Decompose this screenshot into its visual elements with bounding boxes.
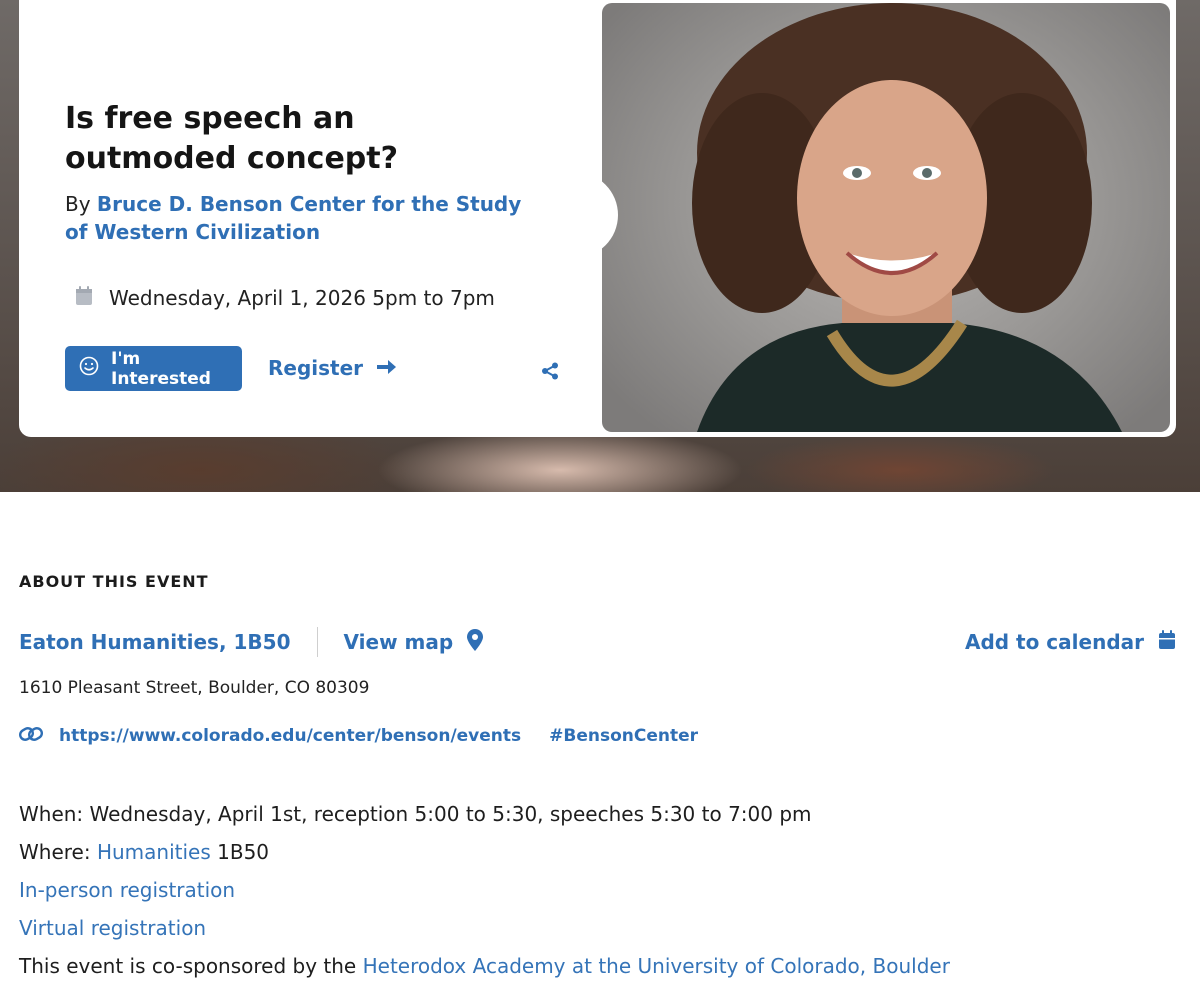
address-text: 1610 Pleasant Street, Boulder, CO 80309 xyxy=(19,678,370,698)
organizer-link[interactable]: Bruce D. Benson Center for the Study of … xyxy=(65,192,521,244)
where-prefix: Where: xyxy=(19,840,97,864)
where-link[interactable]: Humanities xyxy=(97,840,211,864)
add-to-calendar-link[interactable]: Add to calendar xyxy=(965,627,1176,657)
view-map-link[interactable]: View map xyxy=(343,628,484,656)
link-icon xyxy=(19,725,43,747)
cosponsor-prefix: This event is co-sponsored by the xyxy=(19,954,363,978)
add-to-calendar-label: Add to calendar xyxy=(964,630,1144,654)
arrow-right-icon xyxy=(377,356,397,380)
virtual-line: Virtual registration xyxy=(19,914,1179,952)
location-row: Eaton Humanities, 1B50 View map xyxy=(19,627,484,657)
inperson-line: In-person registration xyxy=(19,876,1179,914)
hero-banner: Is free speech an outmoded concept? By B… xyxy=(0,0,1200,492)
about-heading: ABOUT THIS EVENT xyxy=(19,572,209,591)
divider xyxy=(316,627,318,657)
event-datetime: Wednesday, April 1, 2026 5pm to 7pm xyxy=(75,284,495,312)
hashtag-link[interactable]: #BensonCenter xyxy=(549,726,698,746)
cosponsor-link[interactable]: Heterodox Academy at the University of C… xyxy=(363,954,950,978)
register-button[interactable]: Register xyxy=(268,353,397,383)
event-organizer-line: By Bruce D. Benson Center for the Study … xyxy=(65,190,535,246)
event-title: Is free speech an outmoded concept? xyxy=(65,101,399,176)
map-pin-icon xyxy=(467,628,484,656)
interested-label: I'm Interested xyxy=(111,348,211,389)
links-row: https://www.colorado.edu/center/benson/e… xyxy=(19,722,698,750)
where-line: Where: Humanities 1B50 xyxy=(19,838,1179,876)
calendar-icon xyxy=(75,285,93,311)
when-line: When: Wednesday, April 1st, reception 5:… xyxy=(19,802,812,826)
virtual-registration-link[interactable]: Virtual registration xyxy=(19,916,206,940)
by-prefix: By xyxy=(65,192,91,216)
event-datetime-text: Wednesday, April 1, 2026 5pm to 7pm xyxy=(109,286,495,310)
speaker-photo xyxy=(602,3,1170,432)
smile-icon xyxy=(79,356,99,381)
event-description: When: Wednesday, April 1st, reception 5:… xyxy=(19,800,1179,985)
event-url-link[interactable]: https://www.colorado.edu/center/benson/e… xyxy=(59,726,521,746)
share-icon[interactable] xyxy=(541,362,559,384)
location-name[interactable]: Eaton Humanities, 1B50 xyxy=(19,630,291,654)
where-suffix: 1B50 xyxy=(210,840,270,864)
register-label: Register xyxy=(268,356,364,380)
cosponsor-line: This event is co-sponsored by the Hetero… xyxy=(19,952,1179,985)
inperson-registration-link[interactable]: In-person registration xyxy=(19,878,235,902)
interested-button[interactable]: I'm Interested xyxy=(65,346,242,391)
calendar-icon xyxy=(1158,629,1176,655)
view-map-label: View map xyxy=(343,630,454,654)
